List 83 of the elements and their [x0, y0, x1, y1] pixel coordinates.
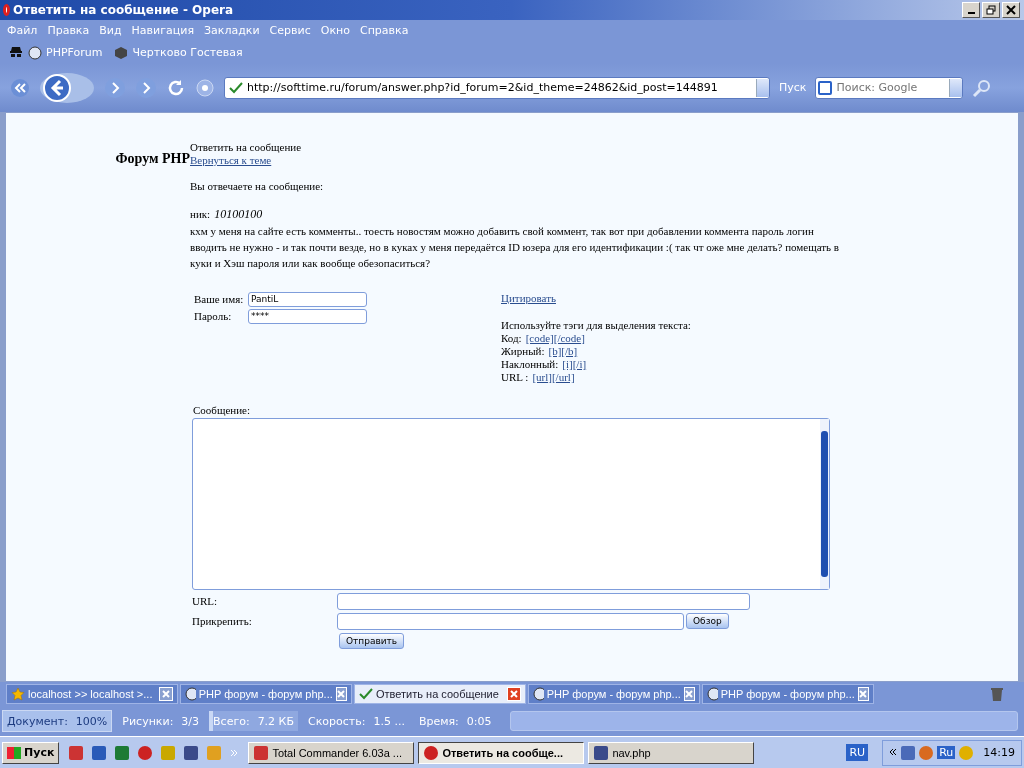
tag-link[interactable]: [url] — [532, 370, 552, 384]
cube-icon — [114, 45, 129, 60]
close-icon — [337, 690, 346, 699]
status-item: Документ: 100% — [2, 710, 113, 733]
clock: 14:19 — [983, 746, 1015, 759]
name-label: Ваше имя: — [194, 292, 245, 306]
tag-link[interactable]: [i] — [562, 357, 573, 371]
spy-icon — [8, 45, 24, 60]
restore-icon — [986, 5, 996, 15]
close-button[interactable] — [1002, 2, 1020, 18]
minimize-icon — [967, 12, 975, 14]
status-item: Скорость: 1.5 ... — [307, 713, 406, 730]
php-logo-icon — [707, 687, 718, 702]
nick-name: 10100100 — [214, 207, 263, 221]
status-item: Рисунки: 3/3 — [121, 713, 201, 730]
status-item: Всего: 7.2 КБ — [209, 711, 298, 732]
tag-link[interactable]: [b] — [548, 344, 562, 358]
close-icon — [1006, 5, 1016, 15]
php-logo-icon — [185, 687, 196, 702]
close-tab-button[interactable] — [857, 687, 869, 702]
close-tab-button[interactable] — [335, 687, 347, 702]
browser-tab[interactable]: Ответить на сообщение — [354, 684, 526, 705]
url-input[interactable] — [337, 592, 750, 610]
close-icon — [859, 690, 868, 699]
opera-icon — [3, 4, 10, 16]
back-icon[interactable] — [39, 70, 95, 105]
file-input[interactable] — [337, 612, 684, 630]
forum-title: Форум PHP — [114, 150, 190, 167]
browser-tab[interactable]: localhost >> localhost >... — [6, 684, 178, 705]
php-logo-icon — [28, 45, 42, 60]
back-link[interactable]: Вернуться к теме — [190, 153, 302, 167]
reply-intro: Вы отвечаете на сообщение: — [190, 179, 325, 193]
tag-label: Наклонный: — [501, 357, 559, 371]
close-tab-button[interactable] — [683, 687, 695, 702]
tag-label: URL : — [501, 370, 529, 384]
tag-label: Жирный: — [501, 344, 545, 358]
language-indicator[interactable]: RU — [846, 744, 869, 761]
search-icon[interactable] — [972, 77, 993, 98]
status-item: Время: 0:05 — [417, 713, 493, 730]
restore-button[interactable] — [982, 2, 1000, 18]
rewind-icon[interactable] — [10, 77, 30, 98]
browser-tab[interactable]: PHP форум - форум php... — [528, 684, 700, 705]
windows-logo-icon — [7, 746, 21, 759]
taskbar-button[interactable]: nav.php — [588, 741, 755, 764]
search-field[interactable]: Поиск: Google — [815, 76, 964, 99]
scrollbar[interactable] — [820, 418, 829, 589]
browser-tab[interactable]: PHP форум - форум php... — [180, 684, 352, 705]
browse-button[interactable]: Обзор — [686, 613, 729, 630]
submit-button[interactable]: Отправить — [339, 632, 405, 649]
star-icon — [11, 687, 25, 702]
quote-link[interactable]: Цитировать — [501, 291, 691, 305]
name-input[interactable]: PantiL — [248, 291, 367, 307]
page-heading: Ответить на сообщение — [190, 140, 302, 153]
close-icon — [685, 690, 694, 699]
close-tab-button[interactable] — [507, 687, 521, 702]
keyboard-language-indicator[interactable]: Ru — [937, 746, 956, 759]
start-button[interactable]: Пуск — [2, 741, 60, 764]
trash-icon[interactable] — [990, 686, 1004, 703]
opera-icon[interactable] — [138, 745, 153, 760]
address-field[interactable]: http://softtime.ru/forum/answer.php?id_forum=2&id_theme=24862&id_post=144891 — [224, 76, 770, 99]
password-label: Пароль: — [194, 309, 233, 323]
tag-label: Код: — [501, 331, 522, 345]
message-label: Сообщение: — [192, 403, 251, 417]
check-icon — [359, 688, 373, 701]
close-icon — [510, 690, 518, 699]
tag-link[interactable]: [code] — [525, 331, 554, 345]
tags-hint: Используйте тэги для выделения текста: — [501, 318, 691, 332]
attach-label: Прикрепить: — [192, 614, 253, 628]
quoted-message: кхм у меня на сайте есть комменты.. тоесть новостям можно добавить свой коммент, так вот при добавлении коммента пароль логин вводить не нужно - и так почти везде, но в куках у меня передаётся ID юзера для его идентификации :( так чт оже мне делать? помещать в куки и Хэш пароля или как вообще обезопаситься? — [190, 223, 840, 271]
taskbar-button[interactable]: Ответить на сообще... — [418, 741, 585, 764]
check-icon — [229, 81, 243, 94]
password-input[interactable]: **** — [248, 308, 367, 324]
close-icon — [162, 690, 170, 699]
taskbar-button[interactable]: Total Commander 6.03a ... — [248, 741, 415, 764]
url-label: URL: — [192, 594, 219, 608]
tag-link[interactable]: [/b] — [561, 344, 578, 358]
nick-label: ник: — [190, 207, 211, 221]
close-tab-button[interactable] — [159, 687, 173, 702]
tag-link[interactable]: [/code] — [553, 331, 585, 345]
window-title: Ответить на сообщение - Opera — [13, 3, 235, 17]
minimize-button[interactable] — [962, 2, 980, 18]
browser-tab[interactable]: PHP форум - форум php... — [702, 684, 874, 705]
php-logo-icon — [533, 687, 544, 702]
